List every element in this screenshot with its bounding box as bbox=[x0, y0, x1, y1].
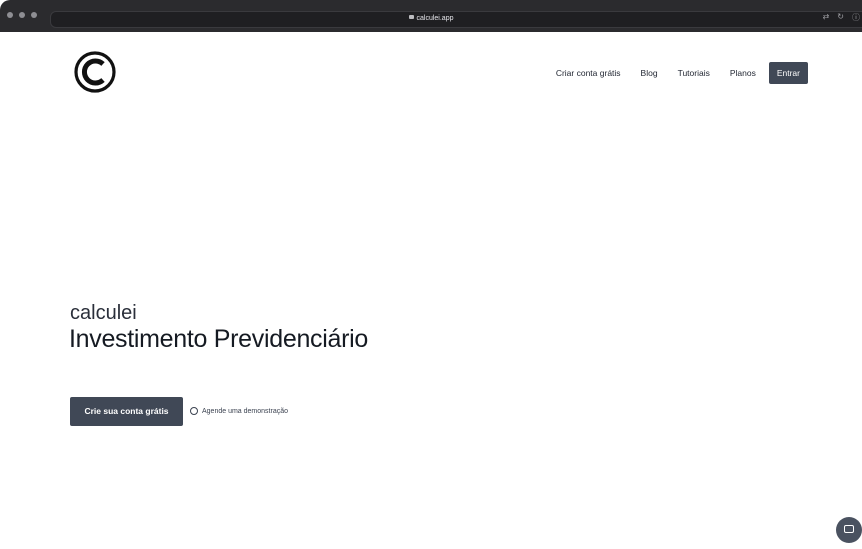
login-button[interactable]: Entrar bbox=[768, 62, 808, 84]
hero-brand: calculei bbox=[70, 302, 137, 324]
chat-widget-button[interactable] bbox=[836, 517, 862, 543]
demo-link[interactable]: Agende uma demonstração bbox=[190, 407, 288, 415]
top-nav: Criar conta grátis Blog Tutoriais Planos… bbox=[536, 62, 808, 84]
address-bar-text: calculei.app bbox=[0, 11, 862, 26]
nav-criar-conta[interactable]: Criar conta grátis bbox=[556, 68, 621, 78]
info-icon[interactable]: ⓘ bbox=[852, 12, 860, 23]
translate-icon[interactable]: ⇄ bbox=[823, 12, 830, 23]
hero-title: Investimento Previdenciário bbox=[69, 325, 368, 353]
calculei-logo[interactable] bbox=[73, 50, 117, 94]
browser-toolbar: calculei.app ⇄ ↻ ⓘ bbox=[0, 0, 862, 32]
nav-blog[interactable]: Blog bbox=[641, 68, 658, 78]
demo-link-label: Agende uma demonstração bbox=[202, 407, 288, 415]
nav-planos[interactable]: Planos bbox=[730, 68, 756, 78]
page: Criar conta grátis Blog Tutoriais Planos… bbox=[7, 32, 862, 549]
nav-tutoriais[interactable]: Tutoriais bbox=[678, 68, 710, 78]
lock-icon bbox=[408, 15, 414, 20]
toolbar-icons: ⇄ ↻ ⓘ bbox=[823, 12, 860, 23]
url-text: calculei.app bbox=[416, 15, 454, 22]
chat-bubble-icon bbox=[844, 525, 854, 533]
signup-button[interactable]: Crie sua conta grátis bbox=[70, 397, 183, 426]
reload-icon[interactable]: ↻ bbox=[837, 12, 844, 23]
whatsapp-icon bbox=[190, 407, 198, 415]
